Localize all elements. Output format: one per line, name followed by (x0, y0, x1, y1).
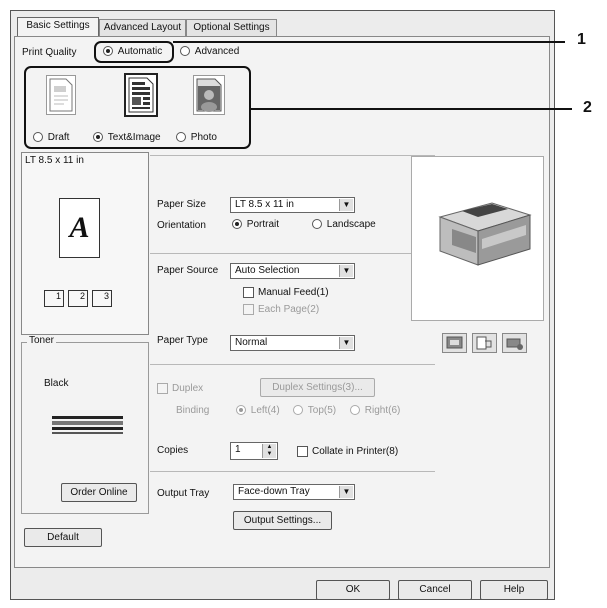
output-tray-select[interactable]: Face-down Tray ▼ (233, 484, 355, 500)
portrait-label: Portrait (246, 219, 280, 230)
radio-indicator (180, 46, 190, 57)
chevron-down-icon: ▼ (339, 486, 353, 498)
paper-size-value: LT 8.5 x 11 in (235, 199, 294, 210)
copy-stack-icon: 2 (68, 290, 88, 307)
each-page-label: Each Page(2) (258, 304, 320, 315)
help-button[interactable]: Help (480, 580, 548, 600)
cancel-button[interactable]: Cancel (398, 580, 472, 600)
printer-icon (438, 202, 532, 266)
radio-indicator (350, 405, 360, 416)
portrait-radio[interactable]: Portrait (232, 219, 279, 230)
output-tray-label: Output Tray (157, 488, 210, 499)
callout-2-leader (250, 108, 572, 110)
separator (150, 364, 435, 365)
duplex-settings-button[interactable]: Duplex Settings(3)... (260, 378, 375, 397)
printer-settings-icon[interactable] (502, 333, 527, 353)
default-button[interactable]: Default (24, 528, 102, 547)
separator (150, 155, 435, 156)
preview-letter: A (69, 211, 90, 244)
callout-1-box (94, 41, 174, 63)
tab-basic-settings[interactable]: Basic Settings (17, 17, 99, 37)
callout-2-box (24, 66, 251, 149)
output-settings-button[interactable]: Output Settings... (233, 511, 332, 530)
manual-feed-checkbox[interactable] (243, 287, 254, 298)
copies-value: 1 (235, 444, 241, 455)
binding-top-radio[interactable]: Top(5) (293, 405, 336, 416)
toner-title: Toner (27, 335, 57, 346)
spinner-arrows-icon[interactable]: ▲ ▼ (262, 444, 276, 458)
collate-preview-icons: 123 (44, 290, 112, 307)
chevron-down-icon: ▼ (339, 265, 353, 277)
copy-stack-icon: 1 (44, 290, 64, 307)
chevron-down-icon: ▼ (339, 337, 353, 349)
binding-top-label: Top(5) (307, 405, 337, 416)
copies-label: Copies (157, 445, 189, 456)
binding-left-label: Left(4) (250, 405, 280, 416)
order-online-button[interactable]: Order Online (61, 483, 137, 502)
tab-optional-settings[interactable]: Optional Settings (186, 19, 277, 36)
each-page-checkbox[interactable] (243, 304, 254, 315)
tab-advanced-layout[interactable]: Advanced Layout (99, 19, 186, 36)
advanced-radio[interactable]: Advanced (180, 46, 239, 57)
separator (150, 471, 435, 472)
paper-size-select[interactable]: LT 8.5 x 11 in ▼ (230, 197, 355, 213)
binding-right-label: Right(6) (364, 405, 401, 416)
paper-type-select[interactable]: Normal ▼ (230, 335, 355, 351)
landscape-label: Landscape (326, 219, 376, 230)
radio-indicator (232, 219, 242, 230)
chevron-down-icon: ▼ (339, 199, 353, 211)
binding-left-radio[interactable]: Left(4) (236, 405, 280, 416)
paper-source-label: Paper Source (157, 265, 219, 276)
page-layout-icon[interactable] (472, 333, 497, 353)
collate-checkbox[interactable] (297, 446, 308, 457)
radio-indicator (312, 219, 322, 230)
manual-feed-label: Manual Feed(1) (258, 287, 329, 298)
separator (150, 253, 435, 254)
collate-label: Collate in Printer(8) (312, 446, 399, 457)
page-preview: A (59, 198, 100, 258)
ok-button[interactable]: OK (316, 580, 390, 600)
copies-stepper[interactable]: 1 ▲ ▼ (230, 442, 278, 460)
duplex-checkbox[interactable] (157, 383, 168, 394)
paper-type-value: Normal (235, 337, 268, 348)
output-tray-value: Face-down Tray (238, 486, 310, 497)
advanced-label: Advanced (194, 46, 240, 57)
orientation-label: Orientation (157, 220, 206, 231)
toner-color-label: Black (44, 378, 69, 389)
printer-image (411, 156, 544, 321)
binding-right-radio[interactable]: Right(6) (350, 405, 400, 416)
preview-paper-label: LT 8.5 x 11 in (25, 155, 84, 166)
callout-1-leader (173, 41, 565, 43)
paper-source-value: Auto Selection (235, 265, 300, 276)
radio-indicator (236, 405, 246, 416)
duplex-label: Duplex (172, 383, 204, 394)
status-monitor-icon[interactable] (442, 333, 467, 353)
radio-indicator (293, 405, 303, 416)
paper-type-label: Paper Type (157, 335, 208, 346)
print-quality-label: Print Quality (22, 47, 77, 58)
copy-stack-icon: 3 (92, 290, 112, 307)
binding-label: Binding (176, 405, 210, 416)
callout-number-2: 2 (583, 99, 592, 116)
landscape-radio[interactable]: Landscape (312, 219, 376, 230)
paper-source-select[interactable]: Auto Selection ▼ (230, 263, 355, 279)
toner-level-bar (52, 416, 123, 434)
paper-size-label: Paper Size (157, 199, 206, 210)
callout-number-1: 1 (577, 31, 586, 48)
